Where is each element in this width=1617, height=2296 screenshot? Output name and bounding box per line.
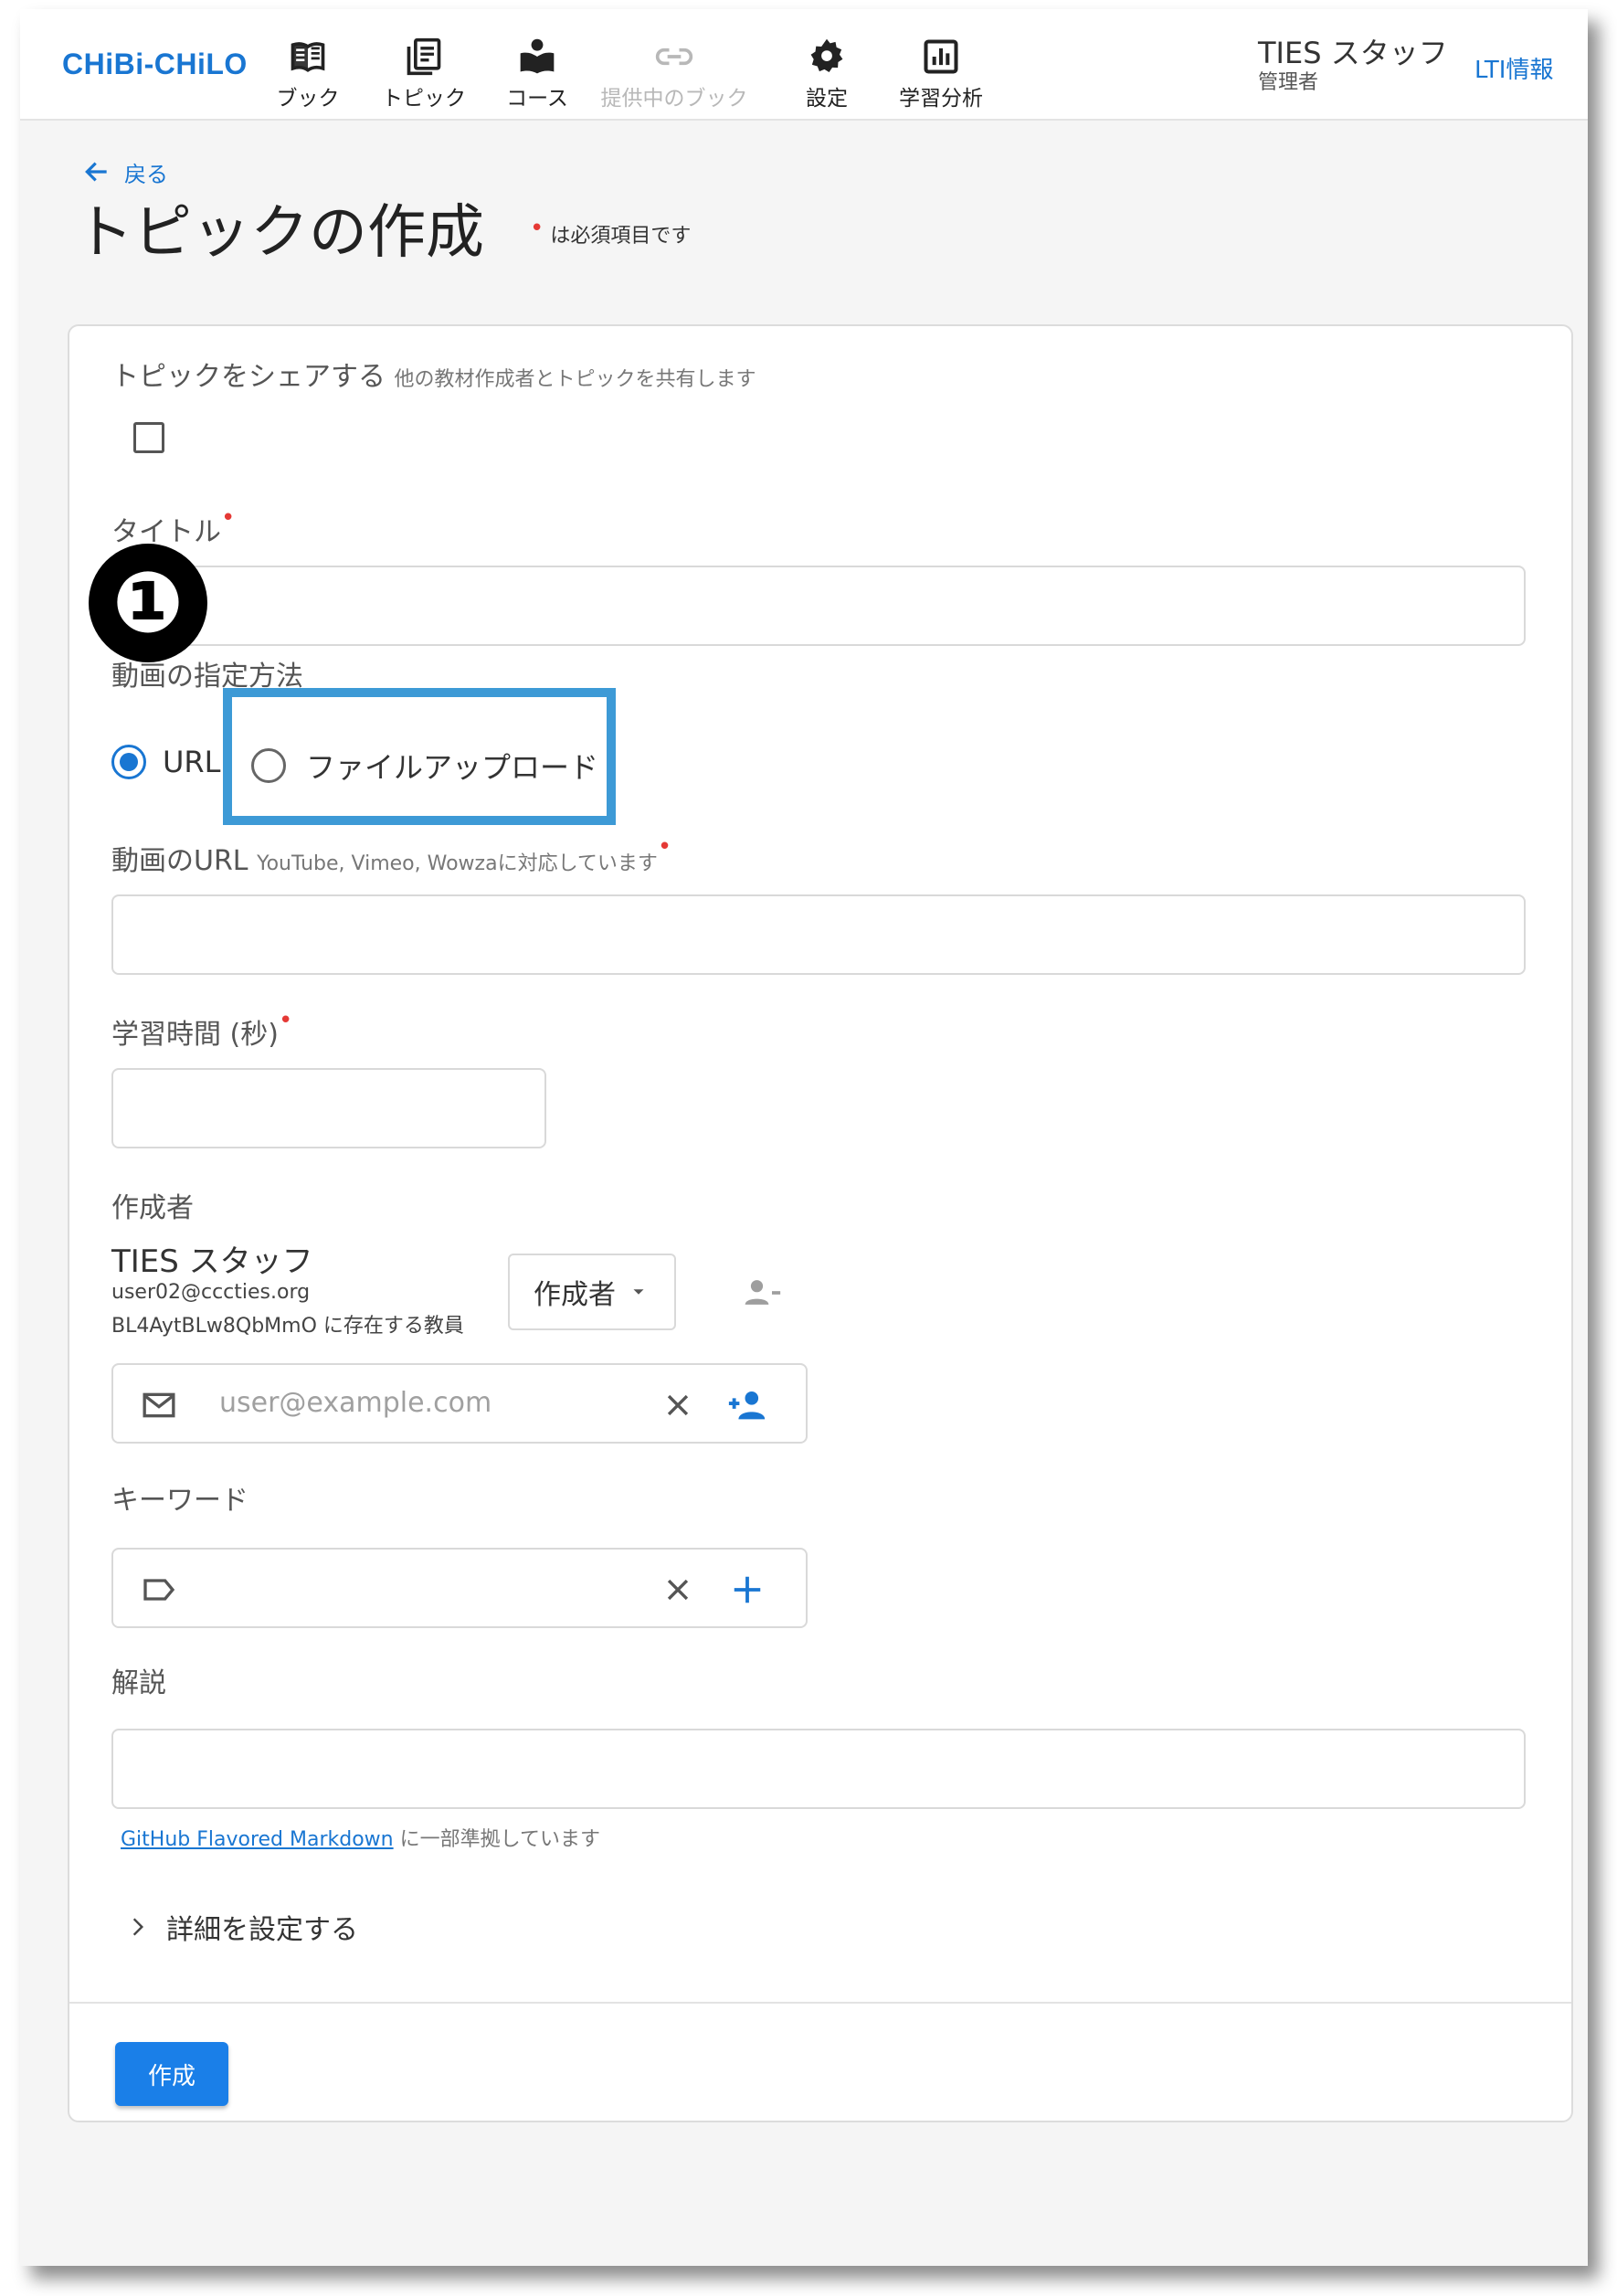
video-url-input[interactable] xyxy=(111,894,1526,975)
analytics-icon xyxy=(924,39,958,74)
required-marker: • xyxy=(278,1007,293,1034)
markdown-note-text: に一部準拠しています xyxy=(399,1828,600,1851)
user-menu[interactable]: TIES スタッフ 管理者 xyxy=(1258,35,1459,95)
required-note: • は必須項目です xyxy=(530,217,692,249)
chevron-right-icon xyxy=(132,1918,144,1936)
keywords-label: キーワード xyxy=(111,1485,248,1517)
add-author-button[interactable] xyxy=(722,1380,773,1431)
details-toggle-label: 詳細を設定する xyxy=(166,1914,358,1946)
clear-keyword-button[interactable] xyxy=(654,1566,702,1614)
user-name: TIES スタッフ xyxy=(1258,36,1448,70)
person-add-icon xyxy=(728,1391,766,1420)
required-marker: • xyxy=(657,833,672,861)
video-url-label: 動画のURL YouTube, Vimeo, Wowzaに対応しています• xyxy=(111,835,671,878)
share-label: トピックをシェアする 他の教材作成者とトピックを共有します xyxy=(111,354,756,394)
mail-icon xyxy=(143,1392,175,1418)
video-url-hint: YouTube, Vimeo, Wowzaに対応しています xyxy=(257,852,658,875)
video-url-label-text: 動画のURL xyxy=(111,845,248,877)
topic-icon xyxy=(407,37,441,76)
title-label: タイトル• xyxy=(111,506,235,549)
gear-icon xyxy=(810,38,843,73)
app-logo[interactable]: CHiBi-CHiLO xyxy=(62,48,248,81)
file-upload-highlight xyxy=(223,688,616,825)
step-1-badge: ❶ xyxy=(89,544,207,662)
radio-url-dot xyxy=(120,753,138,771)
author-entry: TIES スタッフ user02@cccties.org BL4AytBLw8Q… xyxy=(111,1236,464,1338)
share-checkbox[interactable] xyxy=(133,422,164,453)
author-email-placeholder: user@example.com xyxy=(219,1387,492,1419)
description-label: 解説 xyxy=(111,1667,166,1699)
share-label-text: トピックをシェアする xyxy=(111,361,386,393)
details-toggle[interactable]: 詳細を設定する xyxy=(126,1907,358,1947)
book-icon xyxy=(291,42,325,72)
link-icon xyxy=(655,48,693,66)
arrow-left-icon xyxy=(85,162,107,182)
back-link[interactable]: 戻る xyxy=(82,155,168,188)
title-input[interactable] xyxy=(111,566,1526,646)
back-label: 戻る xyxy=(124,161,168,187)
author-email-field[interactable]: user@example.com xyxy=(111,1363,808,1444)
nav-offered-books[interactable]: 提供中のブック xyxy=(592,27,756,119)
plus-icon xyxy=(734,1576,761,1603)
keyword-field[interactable] xyxy=(111,1548,808,1628)
nav-course-label: コース xyxy=(506,87,568,111)
person-remove-icon xyxy=(745,1280,781,1305)
close-icon xyxy=(667,1394,689,1416)
description-input[interactable] xyxy=(111,1729,1526,1809)
remove-author-button[interactable] xyxy=(736,1267,787,1318)
radio-url[interactable]: URL xyxy=(111,745,220,779)
author-email: user02@cccties.org xyxy=(111,1281,311,1304)
share-hint: 他の教材作成者とトピックを共有します xyxy=(394,368,756,391)
lti-info-link[interactable]: LTI情報 xyxy=(1474,51,1553,85)
study-time-label-text: 学習時間 (秒) xyxy=(111,1019,279,1051)
radio-url-control[interactable] xyxy=(111,745,146,779)
radio-url-label: URL xyxy=(163,745,221,779)
required-note-text: は必須項目です xyxy=(550,225,692,248)
screenshot-canvas: CHiBi-CHiLO ブック トピック コース 提供中のブック 設定 学習分析… xyxy=(0,0,1617,2296)
create-button[interactable]: 作成 xyxy=(115,2042,228,2106)
author-name: TIES スタッフ xyxy=(111,1243,313,1280)
user-role: 管理者 xyxy=(1258,71,1319,94)
markdown-note: GitHub Flavored Markdown に一部準拠しています xyxy=(121,1823,600,1852)
author-role-value: 作成者 xyxy=(534,1279,616,1311)
nav-course[interactable]: コース xyxy=(469,27,606,119)
nav-analytics-label: 学習分析 xyxy=(899,87,983,111)
top-app-bar: CHiBi-CHiLO ブック トピック コース 提供中のブック 設定 学習分析… xyxy=(20,9,1588,121)
page-title: トピックの作成 xyxy=(75,199,484,267)
author-role-select[interactable]: 作成者 xyxy=(508,1254,676,1330)
add-keyword-button[interactable] xyxy=(722,1564,773,1615)
close-icon xyxy=(667,1579,689,1601)
clear-email-button[interactable] xyxy=(654,1381,702,1429)
study-time-input[interactable] xyxy=(111,1068,546,1148)
authors-label: 作成者 xyxy=(111,1192,194,1224)
title-label-text: タイトル xyxy=(111,516,221,548)
markdown-link[interactable]: GitHub Flavored Markdown xyxy=(121,1828,394,1851)
required-marker: • xyxy=(221,504,236,532)
topic-form: トピックをシェアする 他の教材作成者とトピックを共有します タイトル• 動画の指… xyxy=(68,324,1573,2122)
required-marker: • xyxy=(530,215,544,242)
card-divider xyxy=(69,2002,1571,2004)
nav-analytics[interactable]: 学習分析 xyxy=(872,27,1009,119)
nav-offered-books-label: 提供中のブック xyxy=(600,87,748,111)
tag-icon xyxy=(143,1579,175,1601)
course-icon xyxy=(520,38,555,74)
author-org: BL4AytBLw8QbMmO に存在する教員 xyxy=(111,1315,464,1338)
app-window: CHiBi-CHiLO ブック トピック コース 提供中のブック 設定 学習分析… xyxy=(20,9,1588,2266)
caret-down-icon xyxy=(633,1289,644,1295)
study-time-label: 学習時間 (秒)• xyxy=(111,1009,292,1052)
